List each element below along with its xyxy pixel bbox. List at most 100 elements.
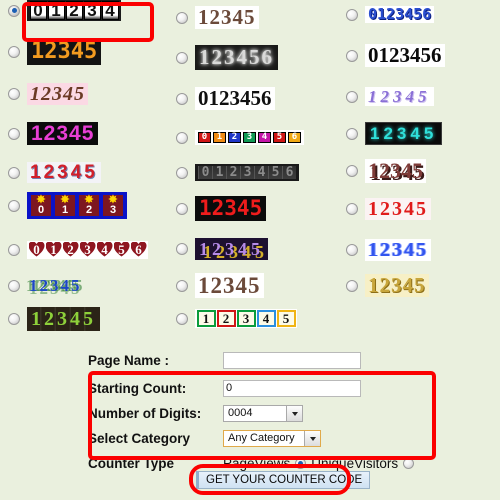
counter-sample-brown-serif: 12345 [195,6,259,29]
counter-option-neon-magenta[interactable]: 12345 [4,122,99,145]
submit-button-wrapper: GET YOUR COUNTER CODE [189,464,371,495]
counter-settings-form: Page Name : Starting Count: 0 Number of … [88,350,436,475]
counter-style-gallery: 01234 12345 12345 12345 12345 ✸ 0 ✸ 1 ✸ 2 ✸ 3 [0,0,500,345]
counter-sample-led-red: 12345 [195,196,267,221]
radio-stars-purple[interactable] [176,242,188,255]
radio-flower-pots-blue[interactable] [8,199,20,212]
counter-option-flower-pots-blue[interactable]: ✸ 0 ✸ 1 ✸ 2 ✸ 3 [4,192,127,219]
radio-lipstick-pink[interactable] [8,87,20,100]
radio-red-serif[interactable] [346,202,358,215]
radio-mechanical-dark[interactable] [176,166,188,179]
counter-option-mechanical-dark[interactable]: 0123456 [172,164,299,181]
radio-odometer-white[interactable] [8,4,20,17]
counter-option-stars-purple[interactable]: 12345 [172,237,268,260]
counter-option-red-serif[interactable]: 12345 [342,197,431,220]
radio-stencil-bold[interactable] [176,92,188,105]
input-starting-count[interactable]: 0 [223,380,361,397]
radio-christmas-trees[interactable] [8,279,20,292]
label-counter-type: Counter Type [88,456,175,471]
counter-option-bodoni-black[interactable]: 0123456 [342,44,445,67]
radio-gold-mesh[interactable] [346,279,358,292]
counter-option-brown-serif[interactable]: 12345 [172,6,259,29]
counter-option-red-3d[interactable]: 12345 [4,162,101,183]
radio-smoke-black[interactable] [176,51,188,64]
counter-sample-maroon-shadow: 12345 [365,158,426,183]
counter-option-grass-green-dark[interactable]: 12345 [4,306,100,331]
radio-blue-dotted[interactable] [346,243,358,256]
label-number-of-digits: Number of Digits: [88,406,202,421]
radio-led-red[interactable] [176,202,188,215]
chevron-down-icon [304,431,320,446]
counter-sample-flower-pots-blue: ✸ 0 ✸ 1 ✸ 2 ✸ 3 [27,192,127,219]
counter-option-led-red[interactable]: 12345 [172,196,267,221]
counter-sample-stars-purple: 12345 [195,237,268,260]
radio-brown-bold[interactable] [176,279,188,292]
counter-option-pixel-blue[interactable]: 0123456 [342,6,435,23]
gallery-column-3: 0123456 0123456 12345 12345 12345 12345 [338,0,500,345]
counter-sample-pixel-blue: 0123456 [365,6,435,23]
label-select-category: Select Category [88,431,191,446]
input-page-name[interactable] [223,352,361,369]
radio-red-3d[interactable] [8,166,20,179]
counter-option-lcd-orange[interactable]: 12345 [4,38,102,65]
counter-option-lipstick-pink[interactable]: 12345 [4,82,88,105]
counter-sample-christmas-trees: 12345 [29,276,82,295]
gallery-column-1: 01234 12345 12345 12345 12345 ✸ 0 ✸ 1 ✸ 2 ✸ 3 [0,0,166,345]
select-category[interactable]: Any Category [223,430,321,447]
counter-sample-stencil-bold: 0123456 [195,87,275,110]
counter-option-violet-italic[interactable]: 12345 [342,87,434,106]
radio-bodoni-black[interactable] [346,49,358,62]
counter-sample-violet-italic: 12345 [365,87,434,106]
counter-sample-odometer-white: 01234 [27,0,121,21]
form-row-select-category: Select Category Any Category [88,428,436,449]
counter-sample-color-blocks: 0123456 [195,130,304,145]
counter-sample-lipstick-pink: 12345 [27,82,88,105]
form-row-page-name: Page Name : [88,350,436,371]
select-category-value: Any Category [228,432,295,444]
counter-sample-lcd-orange: 12345 [27,38,102,65]
select-number-of-digits[interactable]: 0004 [223,405,303,422]
counter-option-gold-mesh[interactable]: 12345 [342,274,429,297]
counter-style-picker-page: 01234 12345 12345 12345 12345 ✸ 0 ✸ 1 ✸ 2 ✸ 3 [0,0,500,500]
counter-sample-smoke-black: 123456 [195,45,278,70]
counter-sample-grass-green-dark: 12345 [27,306,100,331]
counter-sample-playing-cards: 12345 [195,309,297,328]
counter-option-smoke-black[interactable]: 123456 [172,45,278,70]
counter-option-blue-dotted[interactable]: 12345 [342,238,431,261]
counter-sample-blue-dotted: 12345 [365,238,431,261]
counter-sample-cyan-glow: 12345 [365,122,443,145]
counter-option-brown-bold[interactable]: 12345 [172,273,264,298]
counter-sample-bodoni-black: 0123456 [365,44,445,67]
form-row-starting-count: Starting Count: 0 [88,378,436,399]
radio-pageviews[interactable] [295,458,307,469]
counter-option-christmas-trees[interactable]: 12345 [4,277,84,294]
counter-option-odometer-white[interactable]: 01234 [4,0,121,21]
counter-option-maroon-shadow[interactable]: 12345 [342,158,426,183]
radio-hearts-red[interactable] [8,243,20,256]
counter-sample-gold-mesh: 12345 [365,274,429,297]
radio-maroon-shadow[interactable] [346,164,358,177]
counter-option-color-blocks[interactable]: 0123456 [172,130,304,145]
radio-lcd-orange[interactable] [8,45,20,58]
counter-option-playing-cards[interactable]: 12345 [172,309,297,328]
label-starting-count: Starting Count: [88,381,187,396]
radio-cyan-glow[interactable] [346,127,358,140]
select-number-of-digits-value: 0004 [228,407,253,419]
radio-color-blocks[interactable] [176,131,188,144]
radio-grass-green-dark[interactable] [8,312,20,325]
radio-playing-cards[interactable] [176,312,188,325]
get-counter-code-button[interactable]: GET YOUR COUNTER CODE [196,471,371,489]
counter-option-hearts-red[interactable]: 0123456 [4,240,148,259]
counter-option-stencil-bold[interactable]: 0123456 [172,87,275,110]
radio-uniquevisitors[interactable] [403,458,415,469]
counter-sample-red-serif: 12345 [365,197,431,220]
gallery-column-2: 12345 123456 0123456 0123456 0123456 123 [168,0,334,345]
form-row-number-of-digits: Number of Digits: 0004 [88,403,436,424]
radio-brown-serif[interactable] [176,11,188,24]
counter-option-cyan-glow[interactable]: 12345 [342,122,443,145]
radio-neon-magenta[interactable] [8,127,20,140]
counter-sample-mechanical-dark: 0123456 [195,164,299,181]
radio-pixel-blue[interactable] [346,8,358,21]
counter-sample-brown-bold: 12345 [195,273,264,298]
radio-violet-italic[interactable] [346,90,358,103]
